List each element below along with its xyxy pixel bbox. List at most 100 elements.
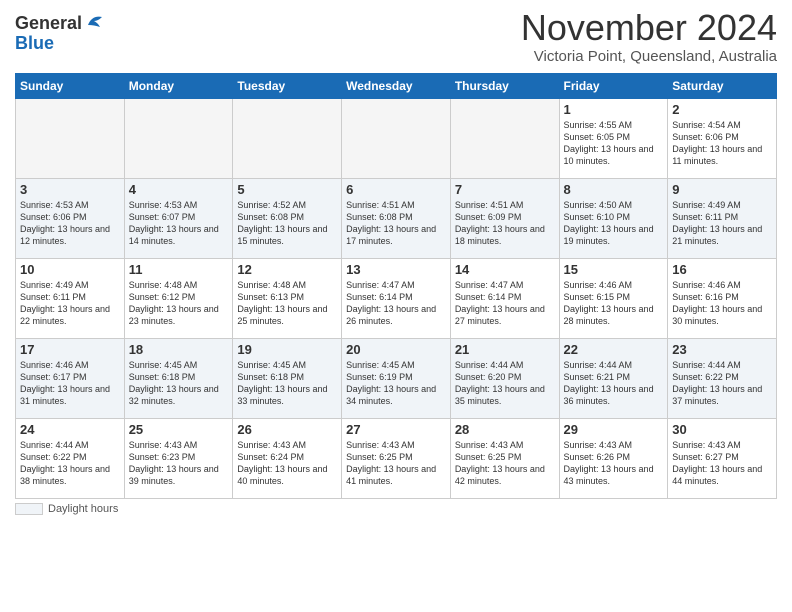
- calendar-day-21: 21Sunrise: 4:44 AMSunset: 6:20 PMDayligh…: [450, 339, 559, 419]
- day-info: Sunrise: 4:44 AMSunset: 6:22 PMDaylight:…: [20, 439, 120, 488]
- day-info: Sunrise: 4:43 AMSunset: 6:25 PMDaylight:…: [346, 439, 446, 488]
- calendar-header-wednesday: Wednesday: [342, 74, 451, 99]
- day-info: Sunrise: 4:53 AMSunset: 6:07 PMDaylight:…: [129, 199, 229, 248]
- calendar-header-saturday: Saturday: [668, 74, 777, 99]
- day-info: Sunrise: 4:49 AMSunset: 6:11 PMDaylight:…: [20, 279, 120, 328]
- footer-daylight-swatch: [15, 503, 43, 515]
- day-info: Sunrise: 4:47 AMSunset: 6:14 PMDaylight:…: [346, 279, 446, 328]
- logo-blue-text: Blue: [15, 33, 54, 53]
- day-number: 16: [672, 262, 772, 277]
- day-info: Sunrise: 4:53 AMSunset: 6:06 PMDaylight:…: [20, 199, 120, 248]
- day-info: Sunrise: 4:49 AMSunset: 6:11 PMDaylight:…: [672, 199, 772, 248]
- calendar-table: SundayMondayTuesdayWednesdayThursdayFrid…: [15, 73, 777, 499]
- day-number: 1: [564, 102, 664, 117]
- calendar-day-30: 30Sunrise: 4:43 AMSunset: 6:27 PMDayligh…: [668, 419, 777, 499]
- day-info: Sunrise: 4:44 AMSunset: 6:20 PMDaylight:…: [455, 359, 555, 408]
- calendar-day-18: 18Sunrise: 4:45 AMSunset: 6:18 PMDayligh…: [124, 339, 233, 419]
- calendar-day-9: 9Sunrise: 4:49 AMSunset: 6:11 PMDaylight…: [668, 179, 777, 259]
- day-info: Sunrise: 4:50 AMSunset: 6:10 PMDaylight:…: [564, 199, 664, 248]
- day-info: Sunrise: 4:43 AMSunset: 6:27 PMDaylight:…: [672, 439, 772, 488]
- day-number: 15: [564, 262, 664, 277]
- day-number: 4: [129, 182, 229, 197]
- day-info: Sunrise: 4:51 AMSunset: 6:08 PMDaylight:…: [346, 199, 446, 248]
- calendar-day-20: 20 Sunrise: 4:45 AMSunset: 6:19 PMDayligh…: [342, 339, 451, 419]
- location: Victoria Point, Queensland, Australia: [521, 48, 777, 65]
- day-info: Sunrise: 4:44 AMSunset: 6:22 PMDaylight:…: [672, 359, 772, 408]
- day-number: 3: [20, 182, 120, 197]
- calendar-day-5: 5Sunrise: 4:52 AMSunset: 6:08 PMDaylight…: [233, 179, 342, 259]
- day-info: Sunrise: 4:48 AMSunset: 6:13 PMDaylight:…: [237, 279, 337, 328]
- footer-daylight-label: Daylight hours: [48, 503, 118, 515]
- day-number: 28: [455, 422, 555, 437]
- calendar-day-26: 26Sunrise: 4:43 AMSunset: 6:24 PMDayligh…: [233, 419, 342, 499]
- day-number: 10: [20, 262, 120, 277]
- day-number: 17: [20, 342, 120, 357]
- calendar-header-tuesday: Tuesday: [233, 74, 342, 99]
- day-number: 22: [564, 342, 664, 357]
- calendar-day-24: 24 Sunrise: 4:44 AMSunset: 6:22 PMDayligh…: [16, 419, 125, 499]
- day-info: Sunrise: 4:54 AMSunset: 6:06 PMDaylight:…: [672, 119, 772, 168]
- footer-daylight-item: Daylight hours: [15, 503, 118, 515]
- day-number: 24: [20, 422, 120, 437]
- calendar-day-11: 11Sunrise: 4:48 AMSunset: 6:12 PMDayligh…: [124, 259, 233, 339]
- calendar-header-row: SundayMondayTuesdayWednesdayThursdayFrid…: [16, 74, 777, 99]
- calendar-day-10: 10 Sunrise: 4:49 AMSunset: 6:11 PMDayligh…: [16, 259, 125, 339]
- calendar-day-29: 29 Sunrise: 4:43 AMSunset: 6:26 PMDayligh…: [559, 419, 668, 499]
- calendar-day-27: 27 Sunrise: 4:43 AMSunset: 6:25 PMDayligh…: [342, 419, 451, 499]
- day-info: Sunrise: 4:45 AMSunset: 6:18 PMDaylight:…: [129, 359, 229, 408]
- logo-general-text: General: [15, 14, 82, 34]
- logo: General Blue: [15, 14, 106, 54]
- day-number: 29: [564, 422, 664, 437]
- day-number: 6: [346, 182, 446, 197]
- calendar-day-16: 16Sunrise: 4:46 AMSunset: 6:16 PMDayligh…: [668, 259, 777, 339]
- calendar-day-13: 13 Sunrise: 4:47 AMSunset: 6:14 PMDayligh…: [342, 259, 451, 339]
- calendar-day-17: 17Sunrise: 4:46 AMSunset: 6:17 PMDayligh…: [16, 339, 125, 419]
- day-info: Sunrise: 4:51 AMSunset: 6:09 PMDaylight:…: [455, 199, 555, 248]
- day-info: Sunrise: 4:44 AMSunset: 6:21 PMDaylight:…: [564, 359, 664, 408]
- calendar-day-empty: [233, 99, 342, 179]
- calendar-day-empty: [16, 99, 125, 179]
- title-block: November 2024 Victoria Point, Queensland…: [521, 10, 777, 65]
- day-number: 20: [346, 342, 446, 357]
- calendar-day-empty: [450, 99, 559, 179]
- day-info: Sunrise: 4:46 AMSunset: 6:15 PMDaylight:…: [564, 279, 664, 328]
- calendar-week-2: 3 Sunrise: 4:53 AMSunset: 6:06 PMDaylight…: [16, 179, 777, 259]
- calendar-week-1: 1 Sunrise: 4:55 AMSunset: 6:05 PMDaylight…: [16, 99, 777, 179]
- calendar-day-3: 3 Sunrise: 4:53 AMSunset: 6:06 PMDaylight…: [16, 179, 125, 259]
- calendar-day-28: 28 Sunrise: 4:43 AMSunset: 6:25 PMDayligh…: [450, 419, 559, 499]
- calendar-day-15: 15 Sunrise: 4:46 AMSunset: 6:15 PMDayligh…: [559, 259, 668, 339]
- calendar-day-22: 22 Sunrise: 4:44 AMSunset: 6:21 PMDayligh…: [559, 339, 668, 419]
- calendar-day-25: 25Sunrise: 4:43 AMSunset: 6:23 PMDayligh…: [124, 419, 233, 499]
- day-info: Sunrise: 4:47 AMSunset: 6:14 PMDaylight:…: [455, 279, 555, 328]
- calendar-day-2: 2 Sunrise: 4:54 AMSunset: 6:06 PMDaylight…: [668, 99, 777, 179]
- day-info: Sunrise: 4:45 AMSunset: 6:19 PMDaylight:…: [346, 359, 446, 408]
- logo-bird-icon: [84, 11, 106, 33]
- month-title: November 2024: [521, 10, 777, 46]
- day-number: 2: [672, 102, 772, 117]
- day-number: 7: [455, 182, 555, 197]
- day-number: 26: [237, 422, 337, 437]
- day-number: 27: [346, 422, 446, 437]
- day-info: Sunrise: 4:48 AMSunset: 6:12 PMDaylight:…: [129, 279, 229, 328]
- day-number: 8: [564, 182, 664, 197]
- day-number: 25: [129, 422, 229, 437]
- calendar-week-4: 17Sunrise: 4:46 AMSunset: 6:17 PMDayligh…: [16, 339, 777, 419]
- day-number: 19: [237, 342, 337, 357]
- day-info: Sunrise: 4:55 AMSunset: 6:05 PMDaylight:…: [564, 119, 664, 168]
- calendar-week-3: 10 Sunrise: 4:49 AMSunset: 6:11 PMDayligh…: [16, 259, 777, 339]
- calendar-day-8: 8 Sunrise: 4:50 AMSunset: 6:10 PMDaylight…: [559, 179, 668, 259]
- calendar-day-12: 12Sunrise: 4:48 AMSunset: 6:13 PMDayligh…: [233, 259, 342, 339]
- calendar-day-23: 23Sunrise: 4:44 AMSunset: 6:22 PMDayligh…: [668, 339, 777, 419]
- day-number: 5: [237, 182, 337, 197]
- day-number: 13: [346, 262, 446, 277]
- day-info: Sunrise: 4:43 AMSunset: 6:26 PMDaylight:…: [564, 439, 664, 488]
- calendar-day-7: 7 Sunrise: 4:51 AMSunset: 6:09 PMDaylight…: [450, 179, 559, 259]
- calendar-header-friday: Friday: [559, 74, 668, 99]
- calendar-day-4: 4 Sunrise: 4:53 AMSunset: 6:07 PMDaylight…: [124, 179, 233, 259]
- day-info: Sunrise: 4:43 AMSunset: 6:25 PMDaylight:…: [455, 439, 555, 488]
- calendar-day-6: 6 Sunrise: 4:51 AMSunset: 6:08 PMDaylight…: [342, 179, 451, 259]
- day-info: Sunrise: 4:45 AMSunset: 6:18 PMDaylight:…: [237, 359, 337, 408]
- day-number: 14: [455, 262, 555, 277]
- calendar-day-19: 19 Sunrise: 4:45 AMSunset: 6:18 PMDayligh…: [233, 339, 342, 419]
- page: General Blue November 2024 Victoria Poin…: [0, 0, 792, 612]
